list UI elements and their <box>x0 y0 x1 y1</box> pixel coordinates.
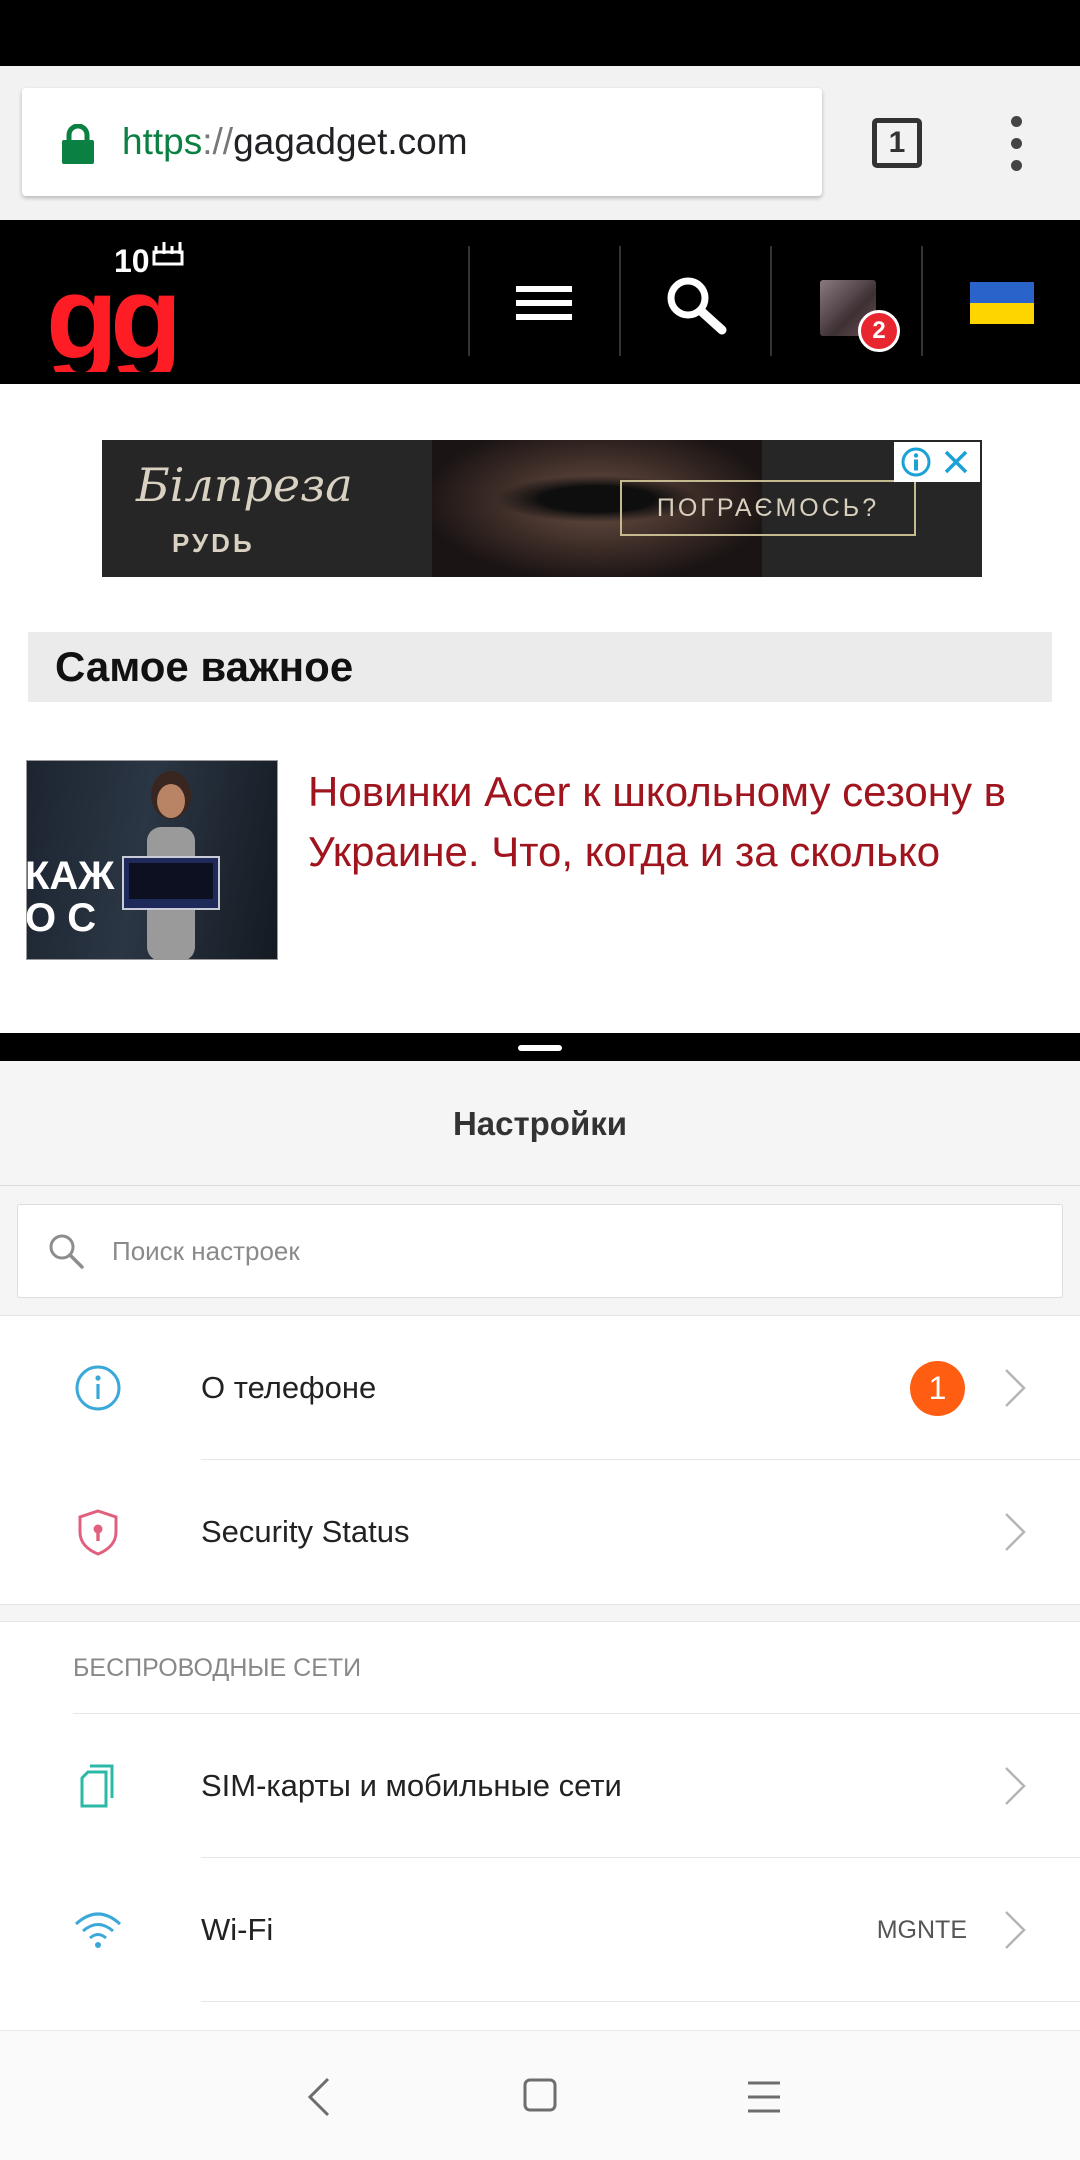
sim-card-icon <box>80 1764 114 1808</box>
group-separator <box>0 1604 1080 1622</box>
setting-label: Security Status <box>201 1514 410 1549</box>
article-title-link[interactable]: Новинки Acer к школьному сезону в Украин… <box>308 762 1056 882</box>
divider-handle[interactable] <box>518 1045 562 1051</box>
ad-choices <box>894 442 980 482</box>
header-divider <box>921 246 923 356</box>
shield-icon <box>78 1509 118 1556</box>
chevron-right-icon <box>1005 1767 1026 1805</box>
section-title: Самое важное <box>55 643 354 690</box>
split-screen-divider[interactable] <box>0 1033 1080 1061</box>
update-badge: 1 <box>910 1361 965 1416</box>
chevron-right-icon <box>1005 1369 1026 1407</box>
url-scheme: https <box>122 121 203 162</box>
site-header: gg 10 2 <box>0 220 1080 384</box>
thumbnail-person-image <box>122 771 220 959</box>
tabs-button[interactable]: 1 <box>872 118 922 168</box>
setting-row-security-status[interactable]: Security Status <box>0 1460 1080 1604</box>
settings-title: Настройки <box>452 1105 628 1142</box>
thumbnail-caption: КАЖ О С <box>26 854 115 940</box>
setting-label: SIM-карты и мобильные сети <box>201 1768 622 1803</box>
wifi-network-name: MGNTE <box>876 1916 967 1944</box>
ad-brand-name: Білпреза <box>136 458 353 512</box>
url-text: https://gagadget.com <box>122 116 468 168</box>
section-header-wireless: БЕСПРОВОДНЫЕ СЕТИ <box>0 1622 1080 1714</box>
section-header-label: БЕСПРОВОДНЫЕ СЕТИ <box>73 1654 362 1682</box>
setting-label: О телефоне <box>201 1370 377 1405</box>
lock-icon <box>62 124 94 164</box>
chevron-right-icon <box>1005 1513 1026 1551</box>
hamburger-menu-icon[interactable] <box>516 286 572 320</box>
section-heading: Самое важное <box>28 632 1052 702</box>
logo-badge: 10 <box>114 243 150 279</box>
setting-row-wifi[interactable]: Wi-Fi MGNTE <box>0 1858 1080 2002</box>
back-icon[interactable] <box>300 2075 340 2119</box>
recents-menu-icon[interactable] <box>744 2079 784 2115</box>
settings-search-field[interactable] <box>17 1204 1063 1298</box>
setting-row-sim-cards[interactable]: SIM-карты и мобильные сети <box>0 1714 1080 1858</box>
info-icon <box>75 1365 121 1411</box>
settings-header: Настройки <box>0 1061 1080 1186</box>
header-divider <box>619 246 621 356</box>
settings-search-input[interactable] <box>112 1205 1012 1297</box>
ukraine-flag-icon[interactable] <box>970 282 1034 324</box>
site-logo[interactable]: gg 10 <box>46 232 206 372</box>
article-thumbnail[interactable]: КАЖ О С <box>26 760 278 960</box>
setting-label: Wi-Fi <box>201 1912 274 1947</box>
row-separator <box>201 2001 1080 2002</box>
search-icon[interactable] <box>664 274 728 338</box>
close-icon[interactable] <box>942 448 970 476</box>
wifi-icon <box>74 1912 122 1948</box>
address-bar[interactable]: https://gagadget.com <box>22 88 822 196</box>
ad-brand-subtitle: РУDЬ <box>172 528 255 558</box>
system-navigation-bar <box>0 2030 1080 2160</box>
home-icon[interactable] <box>520 2075 560 2115</box>
header-divider <box>468 246 470 356</box>
browser-toolbar: https://gagadget.com 1 <box>0 66 1080 220</box>
search-icon <box>49 1234 84 1269</box>
ad-cta-button[interactable]: ПОГРАЄМОСЬ? <box>620 480 916 536</box>
logo-text: gg <box>46 252 175 372</box>
url-host: gagadget.com <box>233 121 468 162</box>
setting-row-about-phone[interactable]: О телефоне 1 <box>0 1316 1080 1460</box>
status-bar <box>0 0 1080 66</box>
notification-badge: 2 <box>858 310 900 352</box>
ad-banner[interactable]: Білпреза РУDЬ ПОГРАЄМОСЬ? <box>102 440 982 577</box>
overflow-menu-icon[interactable] <box>1000 116 1034 172</box>
info-icon[interactable] <box>900 446 932 478</box>
url-separator: :// <box>202 121 234 162</box>
header-divider <box>770 246 772 356</box>
settings-search-area <box>0 1186 1080 1316</box>
chevron-right-icon <box>1005 1911 1026 1949</box>
